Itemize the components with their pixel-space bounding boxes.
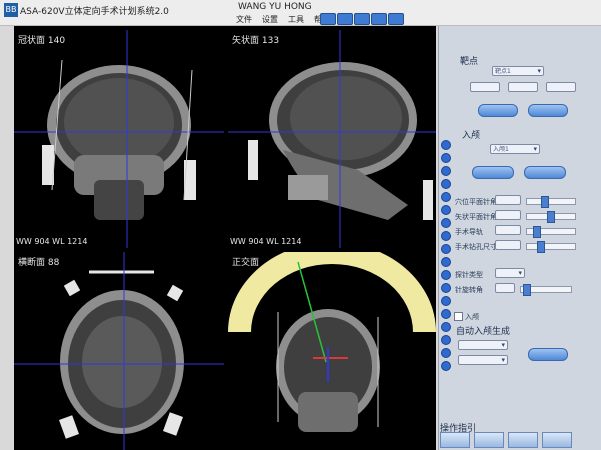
entry-section-title: 入颅 — [462, 131, 481, 141]
tool-icon[interactable] — [441, 348, 451, 358]
probe-type-label: 探针类型 — [455, 271, 483, 279]
tool-icon[interactable] — [441, 179, 451, 189]
menu-settings[interactable]: 设置 — [262, 14, 278, 25]
tool-icon[interactable] — [441, 322, 451, 332]
tool-icon[interactable] — [441, 257, 451, 267]
target-reset-button[interactable] — [528, 104, 568, 117]
window-level: WW 904 WL 1214 — [16, 237, 88, 246]
target-z-field[interactable] — [546, 82, 576, 92]
tool-icon[interactable] — [441, 231, 451, 241]
slider-knob[interactable] — [541, 196, 549, 208]
viewport-coronal[interactable]: 冠状面 140 WW 904 WL 1214 — [14, 30, 224, 248]
toolbar-button-2[interactable] — [337, 13, 353, 25]
rotate-angle-label: 针旋转角 — [455, 286, 483, 294]
param-value-field[interactable] — [495, 210, 521, 220]
tool-icon[interactable] — [441, 205, 451, 215]
probe-type-select[interactable] — [495, 268, 525, 278]
tool-icon[interactable] — [441, 192, 451, 202]
tool-icon[interactable] — [441, 270, 451, 280]
entry-checkbox-label: 入颅 — [465, 313, 479, 321]
title-bar: BB ASA-620V立体定向手术计划系统2.0 WANG YU HONG 文件… — [0, 0, 601, 26]
slider-knob[interactable] — [537, 241, 545, 253]
tool-icon[interactable] — [441, 244, 451, 254]
rotate-slider[interactable] — [520, 284, 572, 296]
viewport-axial[interactable]: 横断面 88 — [14, 252, 224, 450]
viewport-label: 横断面 88 — [18, 258, 60, 268]
orthogonal-image — [228, 252, 436, 432]
param-label: 手术钻孔尺寸 — [455, 243, 497, 251]
param-slider[interactable] — [526, 226, 576, 238]
param-slider[interactable] — [526, 196, 576, 208]
viewport-sagittal[interactable]: 矢状面 133 WW 904 WL 1214 — [228, 30, 436, 248]
axial-image — [14, 252, 224, 450]
tool-icon[interactable] — [441, 140, 451, 150]
tool-icon[interactable] — [441, 283, 451, 293]
param-slider[interactable] — [526, 241, 576, 253]
param-label: 矢状平面针角 — [455, 213, 497, 221]
toolbar-button-3[interactable] — [354, 13, 370, 25]
param-value-field[interactable] — [495, 195, 521, 205]
target-x-field[interactable] — [470, 82, 500, 92]
app-logo: BB — [4, 3, 18, 17]
auto-generate-button[interactable] — [528, 348, 568, 361]
entry-checkbox[interactable] — [454, 312, 463, 321]
target-select[interactable]: 靶点1 — [492, 66, 544, 76]
param-value-field[interactable] — [495, 225, 521, 235]
slider-knob[interactable] — [523, 284, 531, 296]
toolbar-button-4[interactable] — [371, 13, 387, 25]
tool-icon[interactable] — [441, 309, 451, 319]
viewport-label: 矢状面 133 — [232, 36, 280, 46]
entry-delete-button[interactable] — [524, 166, 566, 179]
target-y-field[interactable] — [508, 82, 538, 92]
tool-icon[interactable] — [441, 218, 451, 228]
param-label: 手术导轨 — [455, 228, 483, 236]
target-apply-button[interactable] — [478, 104, 518, 117]
ops-button-3[interactable] — [508, 432, 538, 448]
tool-icon[interactable] — [441, 335, 451, 345]
ops-button-4[interactable] — [542, 432, 572, 448]
auto-entry-select-2[interactable] — [458, 355, 508, 365]
slider-knob[interactable] — [547, 211, 555, 223]
auto-entry-select-1[interactable] — [458, 340, 508, 350]
param-label: 穴位平面针角 — [455, 198, 497, 206]
viewport-label: 正交面 — [232, 258, 260, 268]
tool-icon[interactable] — [441, 361, 451, 371]
entry-select[interactable]: 入颅1 — [490, 144, 540, 154]
window-level: WW 904 WL 1214 — [230, 237, 302, 246]
ops-button-1[interactable] — [440, 432, 470, 448]
tool-icon[interactable] — [441, 166, 451, 176]
viewport-orthogonal[interactable]: 正交面 — [228, 252, 436, 450]
menu-file[interactable]: 文件 — [236, 14, 252, 25]
menu-bar: 文件 设置 工具 帮助 — [236, 14, 330, 25]
app-title: ASA-620V立体定向手术计划系统2.0 — [20, 7, 169, 17]
user-name: WANG YU HONG — [238, 2, 312, 12]
param-slider[interactable] — [526, 211, 576, 223]
param-value-field[interactable] — [495, 240, 521, 250]
ops-button-2[interactable] — [474, 432, 504, 448]
auto-entry-title: 自动入颅生成 — [456, 327, 511, 337]
rotate-angle-field[interactable] — [495, 283, 515, 293]
sagittal-image — [228, 30, 436, 248]
toolbar-button-5[interactable] — [388, 13, 404, 25]
tool-icon[interactable] — [441, 153, 451, 163]
viewport-label: 冠状面 140 — [18, 36, 66, 46]
entry-add-button[interactable] — [472, 166, 514, 179]
tool-icon-column — [441, 140, 451, 374]
tool-icon[interactable] — [441, 296, 451, 306]
coronal-image — [14, 30, 224, 248]
target-section-title: 靶点 — [460, 57, 479, 67]
toolbar-button-1[interactable] — [320, 13, 336, 25]
menu-tools[interactable]: 工具 — [288, 14, 304, 25]
slider-knob[interactable] — [533, 226, 541, 238]
